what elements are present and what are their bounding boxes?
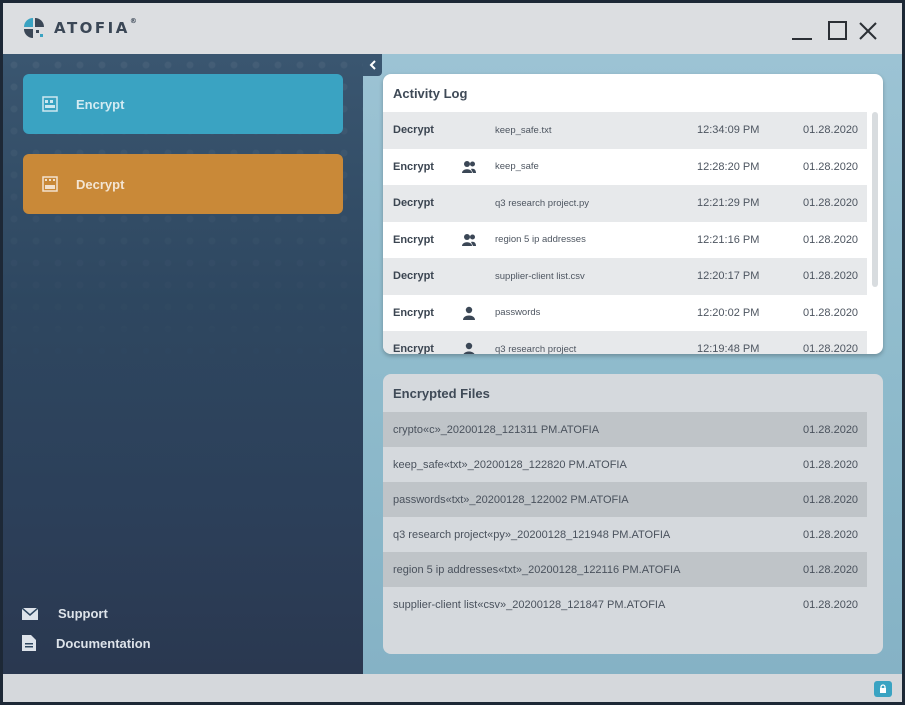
time-cell: 12:34:09 PM [697, 124, 760, 137]
list-item[interactable]: keep_safe«txt»_20200128_122820 PM.ATOFIA… [383, 447, 867, 482]
date-cell: 01.28.2020 [803, 270, 859, 283]
file-cell: keep_safe [495, 161, 539, 173]
action-cell: Decrypt [393, 124, 434, 137]
table-row[interactable]: Decrypt keep_safe.txt 12:34:09 PM 01.28.… [383, 112, 867, 149]
time-cell: 12:20:02 PM [697, 306, 760, 319]
users-icon [462, 160, 476, 173]
file-cell: region 5 ip addresses [495, 234, 586, 246]
user-icon [463, 342, 475, 354]
close-button[interactable] [856, 19, 880, 43]
collapse-sidebar-button[interactable] [363, 54, 382, 76]
file-date: 01.28.2020 [803, 528, 859, 541]
table-row[interactable]: Encrypt q3 research project 12:19:48 PM … [383, 331, 867, 354]
action-cell: Encrypt [393, 233, 434, 246]
decrypt-button[interactable]: Decrypt [23, 154, 343, 214]
minimize-button[interactable] [790, 19, 814, 43]
table-row[interactable]: Decrypt q3 research project.py 12:21:29 … [383, 185, 867, 222]
minimize-icon [792, 38, 812, 40]
date-cell: 01.28.2020 [803, 306, 859, 319]
maximize-icon [828, 21, 847, 40]
file-date: 01.28.2020 [803, 458, 859, 471]
encrypted-files-title: Encrypted Files [393, 386, 490, 401]
atofia-logo-icon [24, 18, 44, 38]
file-name: q3 research project«py»_20200128_121948 … [393, 528, 671, 541]
status-bar [3, 674, 902, 702]
file-name: passwords«txt»_20200128_122002 PM.ATOFIA [393, 493, 629, 506]
list-item[interactable]: crypto«c»_20200128_121311 PM.ATOFIA 01.2… [383, 412, 867, 447]
date-cell: 01.28.2020 [803, 343, 859, 354]
file-date: 01.28.2020 [803, 423, 859, 436]
list-item[interactable]: q3 research project«py»_20200128_121948 … [383, 517, 867, 552]
lock-button[interactable] [874, 681, 892, 697]
activity-log-scrollbar[interactable] [872, 112, 878, 287]
file-cell: keep_safe.txt [495, 124, 552, 136]
lock-icon [880, 684, 886, 693]
encrypted-files-list[interactable]: crypto«c»_20200128_121311 PM.ATOFIA 01.2… [383, 412, 867, 622]
app-window: ATOFIA® Encrypt Decrypt Support Document… [3, 3, 902, 702]
table-row[interactable]: Decrypt supplier-client list.csv 12:20:1… [383, 258, 867, 295]
app-logo: ATOFIA® [22, 16, 137, 40]
file-date: 01.28.2020 [803, 493, 859, 506]
users-icon [462, 233, 476, 246]
file-cell: supplier-client list.csv [495, 270, 585, 282]
documentation-label: Documentation [56, 635, 151, 651]
time-cell: 12:28:20 PM [697, 160, 760, 173]
file-date: 01.28.2020 [803, 598, 859, 611]
table-row[interactable]: Encrypt region 5 ip addresses 12:21:16 P… [383, 222, 867, 259]
table-row[interactable]: Encrypt keep_safe 12:28:20 PM 01.28.2020 [383, 149, 867, 186]
file-date: 01.28.2020 [803, 563, 859, 576]
time-cell: 12:21:16 PM [697, 233, 760, 246]
time-cell: 12:21:29 PM [697, 197, 760, 210]
date-cell: 01.28.2020 [803, 124, 859, 137]
encrypt-button[interactable]: Encrypt [23, 74, 343, 134]
date-cell: 01.28.2020 [803, 160, 859, 173]
file-name: keep_safe«txt»_20200128_122820 PM.ATOFIA [393, 458, 627, 471]
user-icon [463, 306, 475, 320]
mail-icon [22, 607, 38, 620]
time-cell: 12:20:17 PM [697, 270, 760, 283]
app-name: ATOFIA® [54, 17, 137, 37]
action-cell: Decrypt [393, 197, 434, 210]
file-name: region 5 ip addresses«txt»_20200128_1221… [393, 563, 681, 576]
activity-log-title: Activity Log [393, 86, 468, 101]
decrypt-icon [42, 176, 58, 192]
action-cell: Encrypt [393, 306, 434, 319]
file-name: crypto«c»_20200128_121311 PM.ATOFIA [393, 423, 600, 436]
action-cell: Encrypt [393, 343, 434, 354]
date-cell: 01.28.2020 [803, 197, 859, 210]
list-item[interactable]: passwords«txt»_20200128_122002 PM.ATOFIA… [383, 482, 867, 517]
documentation-link[interactable]: Documentation [22, 635, 151, 651]
chevron-left-icon [369, 60, 376, 70]
sidebar: Encrypt Decrypt Support Documentation [3, 54, 363, 674]
activity-log-list[interactable]: Decrypt keep_safe.txt 12:34:09 PM 01.28.… [383, 112, 867, 354]
close-icon [859, 22, 877, 40]
action-cell: Encrypt [393, 160, 434, 173]
decrypt-label: Decrypt [76, 176, 125, 192]
list-item[interactable]: supplier-client list«csv»_20200128_12184… [383, 587, 867, 622]
file-cell: q3 research project [495, 343, 577, 354]
file-cell: passwords [495, 307, 541, 319]
main-area: Activity Log Decrypt keep_safe.txt 12:34… [363, 54, 902, 674]
time-cell: 12:19:48 PM [697, 343, 760, 354]
encrypt-label: Encrypt [76, 96, 125, 112]
title-bar: ATOFIA® [3, 3, 902, 54]
support-link[interactable]: Support [22, 606, 108, 621]
file-name: supplier-client list«csv»_20200128_12184… [393, 598, 666, 611]
maximize-button[interactable] [826, 19, 850, 43]
table-row[interactable]: Encrypt passwords 12:20:02 PM 01.28.2020 [383, 295, 867, 332]
file-cell: q3 research project.py [495, 197, 589, 209]
date-cell: 01.28.2020 [803, 233, 859, 246]
action-cell: Decrypt [393, 270, 434, 283]
document-icon [22, 635, 36, 651]
encrypt-icon [42, 96, 58, 112]
encrypted-files-panel: Encrypted Files crypto«c»_20200128_12131… [383, 374, 883, 654]
activity-log-panel: Activity Log Decrypt keep_safe.txt 12:34… [383, 74, 883, 354]
support-label: Support [58, 606, 108, 621]
list-item[interactable]: region 5 ip addresses«txt»_20200128_1221… [383, 552, 867, 587]
